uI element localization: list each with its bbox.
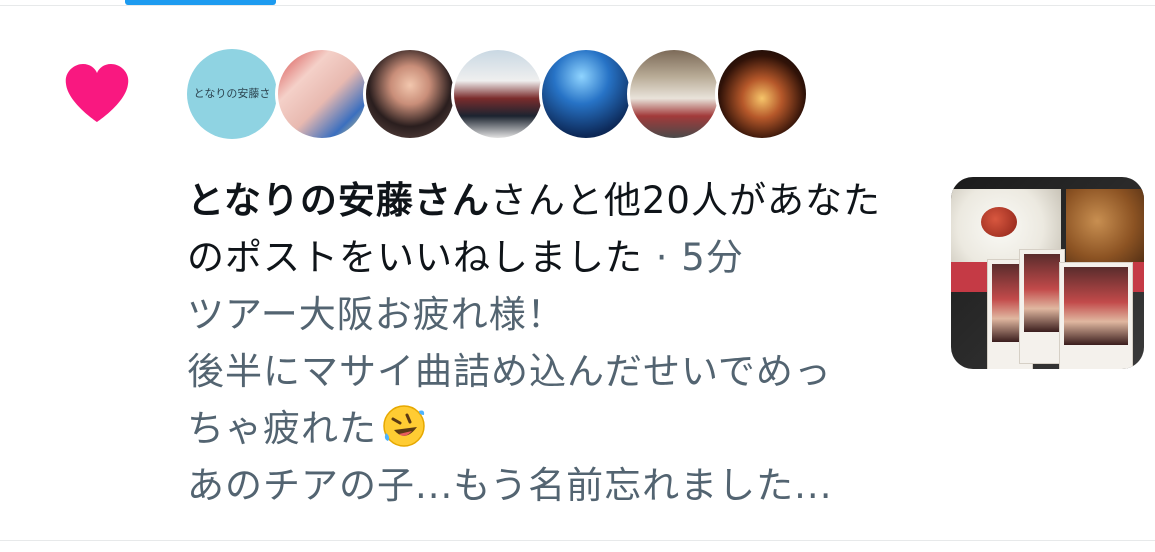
avatar[interactable] [715,47,809,141]
avatar[interactable] [275,47,369,141]
thumbnail-photo-card [1059,262,1133,369]
timestamp[interactable]: 5分 [681,236,744,279]
post-preview[interactable]: ツアー大阪お疲れ様！ 後半にマサイ曲詰め込んだせいでめっ ちゃ疲れた あのチアの… [187,286,907,514]
notification-headline: となりの安藤さんさんと他20人があなたのポストをいいねしました · 5分 [187,172,907,286]
separator: · [643,236,682,279]
thumbnail-detail [1066,189,1144,269]
avatar[interactable] [539,47,633,141]
avatar[interactable]: となりの安藤さ [187,49,277,139]
top-divider [0,5,1155,6]
avatar[interactable] [627,47,721,141]
avatar[interactable] [363,47,457,141]
notification-screen: となりの安藤さ となりの安藤さんさんと他20人があなたのポストをいいねしました … [0,0,1155,552]
rolling-on-floor-laughing-emoji-icon [383,405,425,447]
avatar[interactable] [451,47,545,141]
avatar-label: となりの安藤さ [193,87,271,100]
post-line: ツアー大阪お疲れ様！ [187,293,565,336]
liker-avatars: となりの安藤さ [187,47,809,141]
post-line-with-emoji: ちゃ疲れた [187,400,907,457]
post-line: ちゃ疲れた [187,407,377,450]
user-name-link[interactable]: となりの安藤さん [187,179,490,222]
post-line: 後半にマサイ曲詰め込んだせいでめっ [187,350,832,393]
heart-icon [65,64,129,122]
notification-text: となりの安藤さんさんと他20人があなたのポストをいいねしました · 5分 ツアー… [187,172,907,514]
post-thumbnail[interactable] [951,177,1144,369]
post-line: あのチアの子...もう名前忘れました... [187,464,833,507]
bottom-divider [0,540,1155,541]
thumbnail-detail [981,207,1017,237]
